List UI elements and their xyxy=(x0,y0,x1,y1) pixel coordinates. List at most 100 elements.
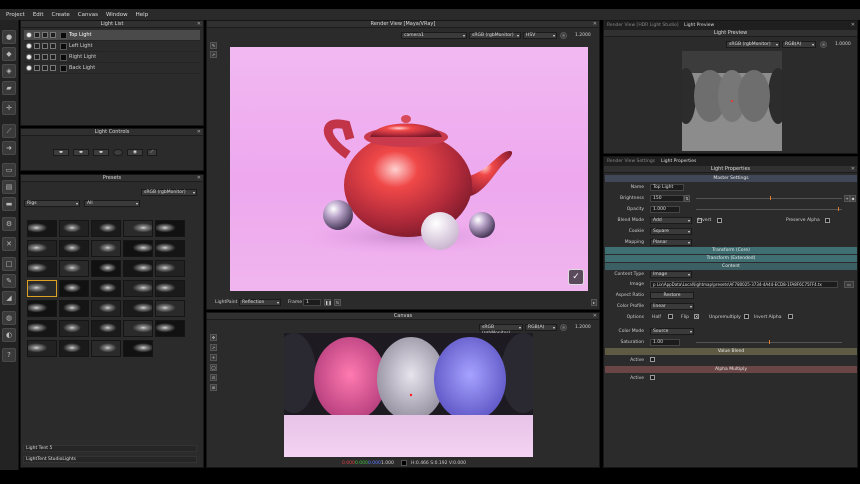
paint-tool-icon[interactable]: ✎ xyxy=(210,42,217,49)
preview-exposure-icon[interactable]: ☼ xyxy=(820,41,827,48)
preset-thumbnail[interactable] xyxy=(123,240,153,257)
sphere-icon[interactable]: ◐ xyxy=(2,328,16,342)
preset-thumbnail[interactable] xyxy=(91,260,121,277)
exposure-icon[interactable]: ☼ xyxy=(560,32,567,39)
zoom-in-icon[interactable]: + xyxy=(210,354,217,361)
eye-icon[interactable] xyxy=(26,43,32,49)
lock-checkbox[interactable] xyxy=(42,32,48,38)
eye-icon[interactable] xyxy=(26,54,32,60)
solo-checkbox[interactable] xyxy=(34,32,40,38)
unpremultiply-checkbox[interactable] xyxy=(744,314,749,319)
option-checkbox[interactable] xyxy=(50,65,56,71)
render-colorspace-select[interactable]: sRGB (rgbMonitor) xyxy=(469,32,521,39)
option-checkbox[interactable] xyxy=(50,43,56,49)
cookie-select[interactable]: Square xyxy=(650,228,692,235)
preset-thumbnail[interactable] xyxy=(91,240,121,257)
tab-light-properties[interactable]: Light Properties xyxy=(661,159,696,164)
preset-thumbnail[interactable] xyxy=(59,320,89,337)
half-checkbox[interactable] xyxy=(668,314,673,319)
pause-icon[interactable]: ❚❚ xyxy=(324,299,332,306)
pin-button[interactable]: ⟋ xyxy=(147,149,157,156)
preset-thumbnail[interactable] xyxy=(155,300,185,317)
preset-thumbnail[interactable] xyxy=(27,280,57,297)
light-row[interactable]: Left Light xyxy=(24,41,200,52)
move-tool-icon[interactable]: ✥ xyxy=(210,334,217,341)
restore-button[interactable]: Restore xyxy=(650,292,694,299)
preset-thumbnail[interactable] xyxy=(27,300,57,317)
gradient-icon[interactable]: ▬ xyxy=(2,197,16,211)
preset-thumbnail[interactable] xyxy=(123,260,153,277)
paint-icon[interactable]: ◢ xyxy=(2,291,16,305)
canvas-hdr-map[interactable] xyxy=(284,333,533,457)
close-icon[interactable]: ✕ xyxy=(2,237,16,251)
light-row[interactable]: Back Light xyxy=(24,63,200,74)
preset-thumbnail[interactable] xyxy=(59,280,89,297)
close-icon[interactable]: ✕ xyxy=(851,22,855,28)
brightness-input[interactable]: 150 xyxy=(650,195,684,202)
preset-thumbnail[interactable] xyxy=(155,280,185,297)
brush-icon[interactable]: ✎ xyxy=(2,274,16,288)
name-input[interactable]: Top Light xyxy=(650,184,684,191)
area-light-icon[interactable]: ◆ xyxy=(2,47,16,61)
color-profile-select[interactable]: linear xyxy=(650,303,694,310)
menu-canvas[interactable]: Canvas xyxy=(78,12,98,18)
canvas-colorspace-select[interactable]: sRGB (rgbMonitor) xyxy=(479,324,523,336)
preset-thumbnail[interactable] xyxy=(27,240,57,257)
value-blend-header[interactable]: Value Blend xyxy=(605,348,857,355)
camera-select[interactable]: camera1 xyxy=(401,32,467,39)
spot-light-icon[interactable]: ◈ xyxy=(2,64,16,78)
preset-thumbnail[interactable] xyxy=(91,280,121,297)
close-icon[interactable]: ✕ xyxy=(197,21,201,28)
preset-thumbnail[interactable] xyxy=(59,220,89,237)
preset-thumbnail[interactable] xyxy=(27,220,57,237)
target-icon[interactable]: ✛ xyxy=(2,101,16,115)
close-icon[interactable]: ✕ xyxy=(197,175,201,182)
menu-window[interactable]: Window xyxy=(106,12,128,18)
folder-icon[interactable]: ▭ xyxy=(844,281,854,288)
preset-thumbnail[interactable] xyxy=(155,220,185,237)
pointer-tool-icon[interactable]: ➚ xyxy=(210,344,217,351)
preset-thumbnail[interactable] xyxy=(27,340,57,357)
transform-extended-header[interactable]: Transform (Extended) xyxy=(605,255,857,262)
canvas-channel-select[interactable]: RGB(A) xyxy=(525,324,557,331)
preset-thumbnail[interactable] xyxy=(91,220,121,237)
frame-input[interactable]: 1 xyxy=(303,299,321,306)
zoom-icon[interactable]: ◯ xyxy=(210,364,217,371)
invert-box[interactable] xyxy=(717,218,722,223)
menu-edit[interactable]: Edit xyxy=(33,12,44,18)
expand-icon[interactable]: ▸ xyxy=(591,299,597,306)
solo-checkbox[interactable] xyxy=(34,65,40,71)
close-icon[interactable]: ✕ xyxy=(197,129,201,136)
channel-select[interactable]: HSV xyxy=(523,32,557,39)
wand-icon[interactable]: ⟋ xyxy=(2,124,16,138)
preset-thumbnail[interactable] xyxy=(155,260,185,277)
preset-thumbnail[interactable] xyxy=(27,320,57,337)
grid-icon[interactable]: ⊞ xyxy=(210,384,217,391)
brightness-stepper[interactable]: ⇅ xyxy=(684,195,690,202)
saturation-marker[interactable] xyxy=(769,340,770,344)
presets-category-select[interactable]: All xyxy=(84,200,140,207)
mapping-select[interactable]: Planar xyxy=(650,239,692,246)
arrow-icon[interactable]: ➜ xyxy=(2,141,16,155)
close-icon[interactable]: ✕ xyxy=(593,313,597,320)
value-blend-active-checkbox[interactable] xyxy=(650,357,655,362)
option-checkbox[interactable] xyxy=(50,54,56,60)
option-checkbox[interactable] xyxy=(50,32,56,38)
tab-light-preview[interactable]: Light Preview xyxy=(684,23,714,28)
circle-button[interactable] xyxy=(113,149,123,156)
eye-icon[interactable] xyxy=(26,32,32,38)
preset-thumbnail[interactable] xyxy=(59,240,89,257)
preset-thumbnail[interactable] xyxy=(91,320,121,337)
rect-light-icon[interactable]: ▰ xyxy=(2,81,16,95)
eye-icon[interactable] xyxy=(26,65,32,71)
preserve-alpha-checkbox[interactable] xyxy=(825,218,830,223)
keyframe-icon[interactable]: ◆ xyxy=(850,195,856,202)
refresh-icon[interactable]: ↻ xyxy=(334,299,341,306)
lock-checkbox[interactable] xyxy=(42,54,48,60)
preset-thumbnail[interactable] xyxy=(155,320,185,337)
master-settings-header[interactable]: Master Settings xyxy=(605,175,857,182)
preset-thumbnail[interactable] xyxy=(123,320,153,337)
tab-render-view-hdr[interactable]: Render View [HDR Light Studio] xyxy=(607,23,678,28)
preview-colorspace-select[interactable]: sRGB (rgbMonitor) xyxy=(726,41,780,48)
solo-checkbox[interactable] xyxy=(34,43,40,49)
